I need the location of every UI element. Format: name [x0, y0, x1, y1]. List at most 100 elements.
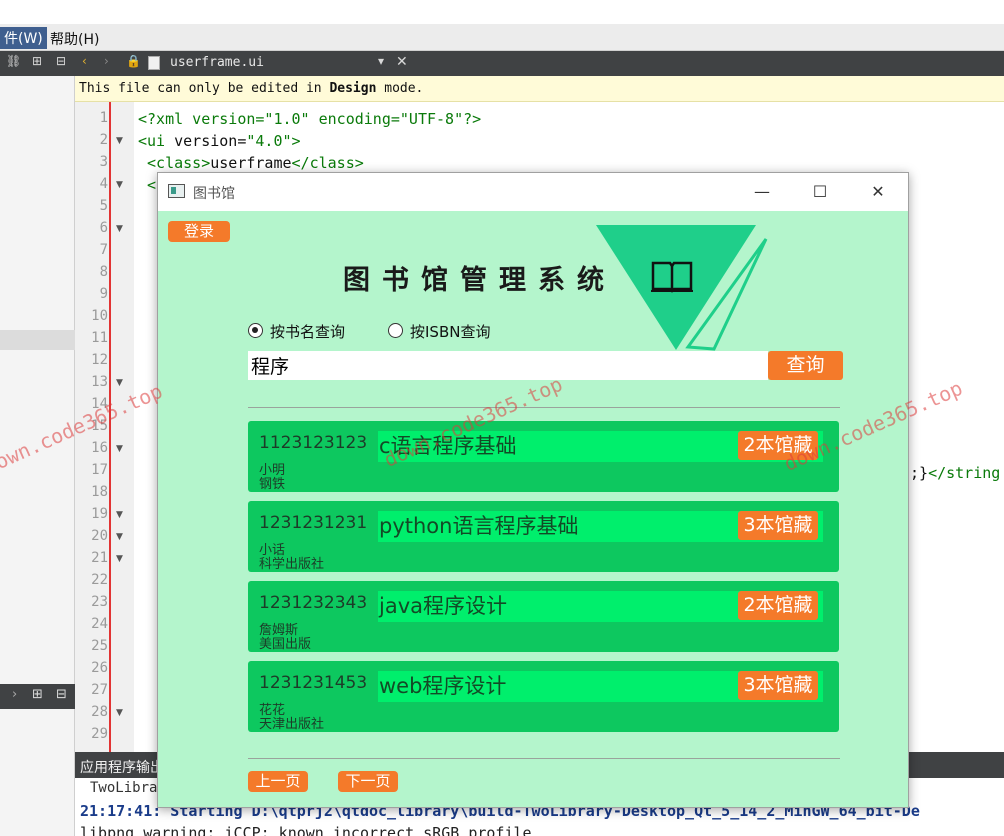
left-panel-selection — [0, 330, 75, 350]
divider-bottom — [248, 758, 840, 759]
book-copies-badge[interactable]: 3本馆藏 — [738, 671, 818, 700]
line-number: 12 — [91, 352, 108, 368]
fold-toggle-icon[interactable]: ▼ — [116, 180, 123, 190]
book-copies-badge[interactable]: 2本馆藏 — [738, 591, 818, 620]
divider-top — [248, 407, 840, 408]
search-button[interactable]: 查询 — [768, 351, 843, 380]
fold-toggle-icon[interactable]: ▼ — [116, 510, 123, 520]
fold-toggle-icon[interactable]: ▼ — [116, 378, 123, 388]
gutter-marker-line — [109, 102, 111, 752]
code-line-2[interactable]: <ui version="4.0"> — [138, 132, 301, 150]
window-title: 图书馆 — [193, 186, 235, 202]
line-number: 15 — [91, 418, 108, 434]
book-publisher: 科学出版社 — [259, 557, 325, 572]
book-card[interactable]: 1231232343 詹姆斯 美国出版 java程序设计 2本馆藏 — [248, 581, 839, 652]
line-number: 23 — [91, 594, 108, 610]
line-number: 2 — [99, 132, 108, 148]
output-line-warning: libpng warning: iCCP: known incorrect sR… — [80, 824, 532, 836]
code-line-17-fragment[interactable]: ;}</string — [910, 464, 1000, 482]
fold-toggle-icon[interactable]: ▼ — [116, 708, 123, 718]
close-split-icon[interactable]: ⊟ — [56, 54, 66, 68]
fold-toggle-icon[interactable]: ▼ — [116, 444, 123, 454]
line-number: 26 — [91, 660, 108, 676]
menu-help[interactable]: 帮助(H) — [50, 29, 99, 49]
info-mode: Design — [329, 81, 377, 96]
file-dropdown-icon[interactable]: ▾ — [378, 54, 384, 68]
fold-toggle-icon[interactable]: ▼ — [116, 554, 123, 564]
radio-by-isbn-indicator[interactable] — [388, 323, 403, 338]
line-number: 29 — [91, 726, 108, 742]
code-line-4[interactable]: < — [138, 176, 156, 194]
prev-page-button[interactable]: 上一页 — [248, 771, 308, 792]
line-number: 14 — [91, 396, 108, 412]
line-number: 3 — [99, 154, 108, 170]
minimize-icon[interactable]: — — [742, 179, 782, 205]
screen-top-strip — [0, 0, 1004, 24]
left-panel — [0, 76, 75, 836]
book-publisher: 钢铁 — [259, 477, 286, 492]
split-icon[interactable]: ⊞ — [32, 54, 42, 68]
line-number: 20 — [91, 528, 108, 544]
next-page-button[interactable]: 下一页 — [338, 771, 398, 792]
file-tab-name[interactable]: userframe.ui — [170, 55, 264, 70]
code-line-1[interactable]: <?xml version="1.0" encoding="UTF-8"?> — [138, 110, 481, 128]
link-icon[interactable]: ⛓ — [6, 54, 21, 68]
output-panel-label[interactable]: 应用程序输出 — [80, 757, 164, 777]
book-copies-badge[interactable]: 2本馆藏 — [738, 431, 818, 460]
line-number: 19 — [91, 506, 108, 522]
line-number: 10 — [91, 308, 108, 324]
radio-by-title-indicator[interactable] — [248, 323, 263, 338]
file-icon — [148, 56, 160, 70]
close-icon[interactable]: ✕ — [858, 179, 898, 205]
fold-toggle-icon[interactable]: ▼ — [116, 136, 123, 146]
menu-bar: 件(W) 帮助(H) — [0, 24, 1004, 51]
info-prefix: This file can only be edited in — [79, 81, 330, 96]
login-button[interactable]: 登录 — [168, 221, 230, 242]
info-suffix: mode. — [376, 81, 424, 96]
book-isbn: 1231232343 — [259, 593, 368, 613]
design-mode-infobar: This file can only be edited in Design m… — [75, 76, 1004, 102]
fold-toggle-icon[interactable]: ▼ — [116, 224, 123, 234]
split-icon[interactable]: ⊞ — [32, 687, 43, 702]
book-copies-badge[interactable]: 3本馆藏 — [738, 511, 818, 540]
radio-by-title-label: 按书名查询 — [270, 323, 346, 341]
line-number: 18 — [91, 484, 108, 500]
book-isbn: 1231231231 — [259, 513, 368, 533]
line-number: 13 — [91, 374, 108, 390]
window-content: 登录 图书馆管理系统 按书名查询 按ISBN查询 查询 1123123123小明… — [158, 211, 908, 807]
close-file-icon[interactable]: ✕ — [396, 54, 408, 70]
book-isbn: 1231231453 — [259, 673, 368, 693]
line-number: 25 — [91, 638, 108, 654]
line-number: 7 — [99, 242, 108, 258]
book-publisher: 天津出版社 — [259, 717, 325, 732]
line-number: 27 — [91, 682, 108, 698]
line-number: 22 — [91, 572, 108, 588]
maximize-icon[interactable]: ☐ — [800, 179, 840, 205]
forward-icon[interactable]: › — [104, 54, 109, 68]
fold-toggle-icon[interactable]: ▼ — [116, 532, 123, 542]
book-card[interactable]: 1123123123 小明 钢铁 c语言程序基础 2本馆藏 — [248, 421, 839, 492]
line-number: 11 — [91, 330, 108, 346]
app-window-icon — [168, 184, 185, 198]
book-card[interactable]: 1231231453 花花 天津出版社 web程序设计 3本馆藏 — [248, 661, 839, 732]
back-icon[interactable]: ‹ — [82, 54, 87, 68]
book-publisher: 美国出版 — [259, 637, 312, 652]
window-titlebar[interactable]: 图书馆 — ☐ ✕ — [158, 173, 908, 211]
line-number: 4 — [99, 176, 108, 192]
book-icon — [651, 261, 693, 293]
close-split-icon[interactable]: ⊟ — [56, 687, 67, 702]
search-input[interactable] — [248, 351, 768, 380]
chevron-right-icon[interactable]: › — [12, 687, 17, 702]
line-number: 21 — [91, 550, 108, 566]
lock-icon: 🔒 — [126, 54, 141, 68]
line-number: 24 — [91, 616, 108, 632]
left-panel-toolbar: › ⊞ ⊟ — [0, 684, 75, 709]
book-card[interactable]: 1231231231 小话 科学出版社 python语言程序基础 3本馆藏 — [248, 501, 839, 572]
menu-window[interactable]: 件(W) — [0, 27, 47, 49]
output-tab[interactable]: TwoLibrar — [90, 780, 166, 796]
triangle-decoration — [596, 225, 768, 351]
radio-by-isbn-label: 按ISBN查询 — [410, 323, 491, 341]
code-line-3[interactable]: <class>userframe</class> — [138, 154, 364, 172]
line-number: 28 — [91, 704, 108, 720]
line-number: 5 — [99, 198, 108, 214]
